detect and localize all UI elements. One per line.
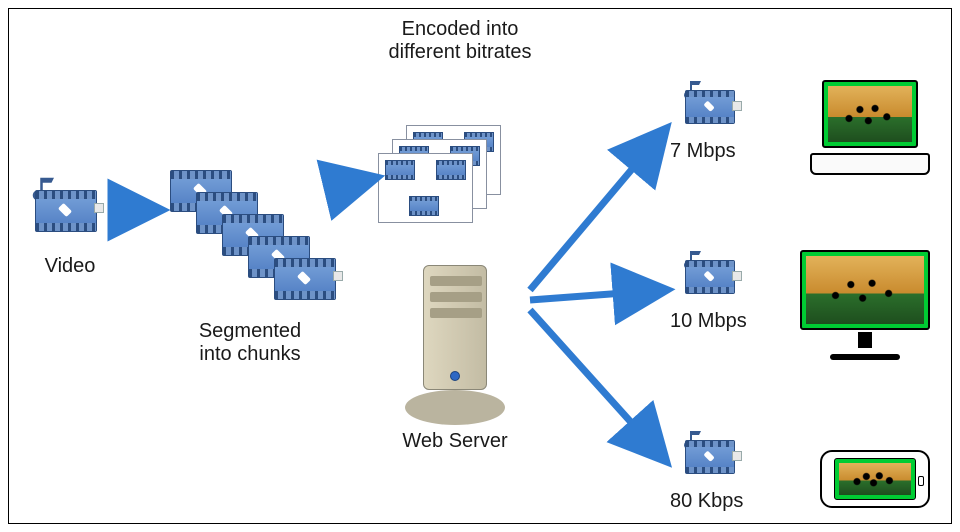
stream-high-icon [685, 90, 740, 130]
leopard-image [839, 463, 911, 495]
segmented-chunks-icon [170, 170, 345, 320]
rate-phone: 80 Kbps [670, 490, 770, 513]
rate-laptop: 7 Mbps [670, 140, 760, 163]
leopard-image [828, 86, 912, 142]
video-label: Video [35, 255, 105, 278]
rate-monitor: 10 Mbps [670, 310, 770, 333]
phone-icon [820, 450, 930, 508]
stream-med-icon [685, 260, 740, 300]
web-server-icon [405, 265, 505, 425]
segmented-label: Segmented into chunks [175, 320, 325, 366]
monitor-icon [800, 250, 930, 360]
encoded-title: Encoded into different bitrates [340, 18, 580, 64]
server-label: Web Server [385, 430, 525, 453]
leopard-image [806, 256, 924, 324]
stream-low-icon [685, 440, 740, 480]
encoded-pages-icon [378, 125, 508, 225]
laptop-icon [810, 80, 930, 175]
